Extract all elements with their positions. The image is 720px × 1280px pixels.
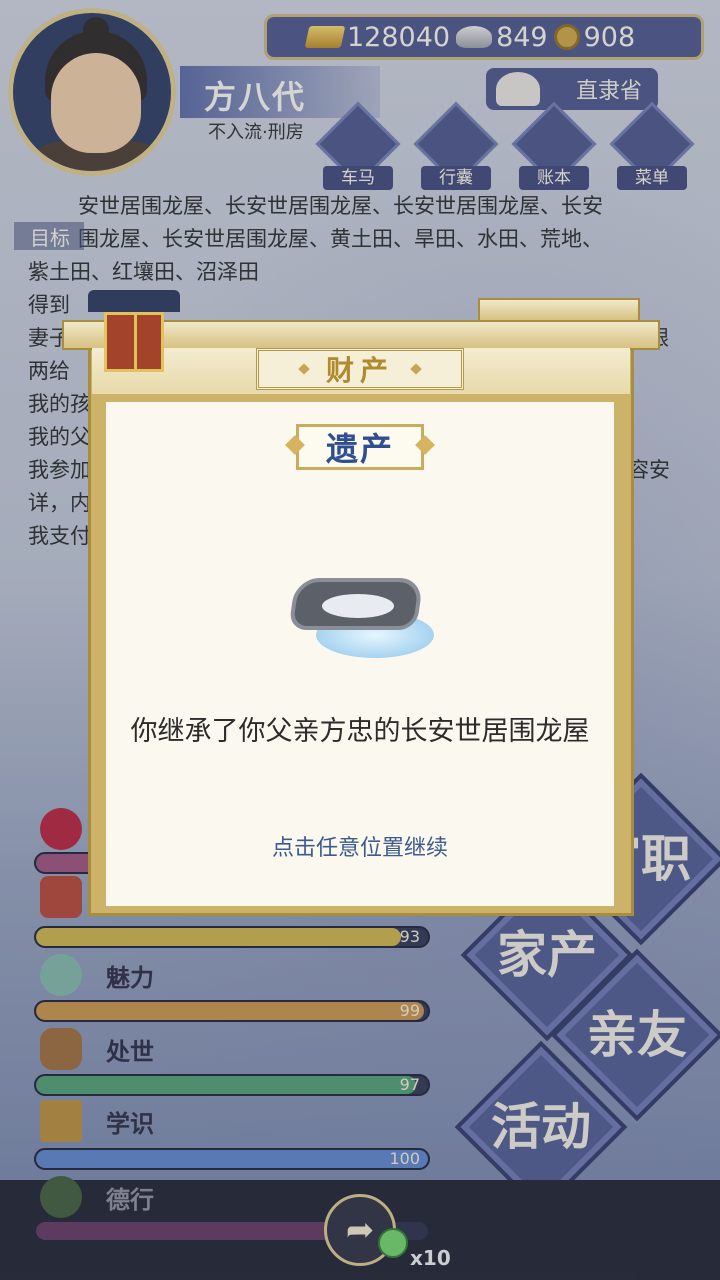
continue-hint[interactable]: 点击任意位置继续 xyxy=(106,830,614,862)
modal-title: 财产 xyxy=(325,354,394,387)
walled-house-icon xyxy=(288,566,434,660)
ornament-dot xyxy=(410,363,422,375)
modal-subtitle: 遗产 xyxy=(325,430,394,468)
gate-icon xyxy=(88,290,180,382)
modal-roof-upper xyxy=(478,298,640,322)
modal-subtitle-badge: 遗产 xyxy=(282,418,438,476)
modal-title-plaque: 财产 xyxy=(256,348,464,390)
gate-roof xyxy=(88,290,180,312)
building-courtyard xyxy=(322,594,394,618)
inheritance-message: 你继承了你父亲方忠的长安世居围龙屋 xyxy=(130,716,590,747)
ornament-dot xyxy=(298,363,310,375)
gate-door xyxy=(104,312,164,372)
